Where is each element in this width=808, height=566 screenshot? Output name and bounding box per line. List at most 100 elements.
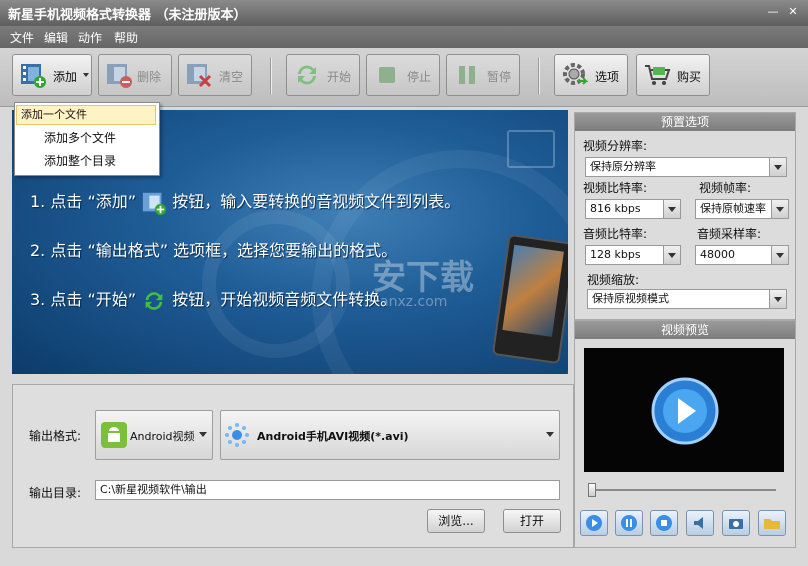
- scale-label: 视频缩放:: [587, 273, 640, 287]
- buy-label: 购买: [677, 70, 702, 84]
- toolbar-separator: [538, 58, 540, 94]
- menu-edit[interactable]: 编辑: [44, 29, 68, 46]
- sample-rate-label: 音频采样率:: [697, 227, 762, 241]
- options-label: 选项: [595, 70, 620, 84]
- pause-icon: [459, 66, 475, 84]
- film-add-icon: [142, 192, 167, 215]
- add-one-file-item[interactable]: 添加一个文件: [16, 105, 156, 125]
- delete-button[interactable]: 删除: [98, 54, 172, 96]
- title-bar: 新星手机视频格式转换器 （未注册版本） — ✕: [0, 0, 808, 26]
- pause-preview-button[interactable]: [615, 510, 643, 536]
- film-icon: [507, 130, 555, 168]
- preset-title: 预置选项: [575, 113, 795, 131]
- format-select[interactable]: Android手机AVI视频(*.avi): [220, 410, 560, 460]
- instruction-line-3: 3. 点击 “开始” 按钮，开始视频音频文件转换。: [30, 286, 396, 314]
- menu-help[interactable]: 帮助: [114, 29, 138, 46]
- instruction-1-a: 1. 点击 “添加”: [30, 192, 137, 211]
- gear-icon: [563, 63, 589, 85]
- chevron-down-icon: [769, 290, 786, 308]
- seek-handle[interactable]: [588, 483, 596, 497]
- buy-button[interactable]: 购买: [636, 54, 710, 96]
- add-directory-item[interactable]: 添加整个目录: [16, 151, 156, 171]
- play-button[interactable]: [580, 510, 608, 536]
- frame-rate-label: 视频帧率:: [699, 181, 752, 195]
- snapshot-button[interactable]: [722, 510, 750, 536]
- film-clear-icon: [187, 64, 212, 88]
- video-bitrate-select[interactable]: 816 kbps: [585, 199, 681, 219]
- film-remove-icon: [107, 64, 132, 88]
- audio-bitrate-select[interactable]: 128 kbps: [585, 245, 681, 265]
- play-icon: [586, 515, 602, 531]
- start-button[interactable]: 开始: [286, 54, 360, 96]
- category-select[interactable]: Android视频: [95, 410, 213, 460]
- scale-value: 保持原视频模式: [592, 292, 669, 305]
- chevron-down-icon: [83, 73, 89, 77]
- camera-icon: [729, 519, 743, 529]
- sample-rate-value: 48000: [700, 248, 735, 261]
- preview-title: 视频预览: [575, 321, 795, 339]
- output-dir-input[interactable]: C:\新星视频软件\输出: [95, 480, 560, 500]
- chevron-down-icon: [663, 246, 680, 264]
- instruction-3-b: 按钮，开始视频音频文件转换。: [172, 290, 397, 309]
- add-dropdown-menu: 添加一个文件 添加多个文件 添加整个目录: [14, 102, 160, 176]
- folder-icon: [764, 519, 780, 529]
- video-bitrate-label: 视频比特率:: [583, 181, 648, 195]
- resolution-select[interactable]: 保持原分辨率: [585, 157, 787, 177]
- video-bitrate-value: 816 kbps: [590, 202, 641, 215]
- open-folder-button[interactable]: [758, 510, 786, 536]
- chevron-down-icon: [769, 158, 786, 176]
- frame-rate-select[interactable]: 保持原帧速率: [695, 199, 789, 219]
- add-button[interactable]: 添加: [12, 54, 92, 96]
- menu-file[interactable]: 文件: [10, 29, 34, 46]
- seek-track[interactable]: [590, 489, 776, 491]
- stop-preview-button[interactable]: [650, 510, 678, 536]
- resolution-label: 视频分辨率:: [583, 139, 648, 153]
- chevron-down-icon: [771, 200, 788, 218]
- instruction-1-b: 按钮，输入要转换的音视频文件到列表。: [172, 192, 461, 211]
- minimize-button[interactable]: —: [766, 6, 780, 18]
- format-icon: [225, 423, 249, 447]
- watermark: 安下载: [372, 258, 474, 298]
- output-panel: 输出格式: Android视频 Android手机AVI视频(*.avi) 输出…: [12, 384, 574, 548]
- pause-icon: [621, 515, 637, 531]
- audio-bitrate-label: 音频比特率:: [583, 227, 648, 241]
- audio-bitrate-value: 128 kbps: [590, 248, 641, 261]
- speaker-icon: [694, 517, 703, 529]
- watermark-sub: anxz.com: [380, 294, 448, 310]
- chevron-down-icon: [663, 200, 680, 218]
- refresh-icon: [145, 291, 163, 310]
- clear-button[interactable]: 清空: [178, 54, 252, 96]
- sample-rate-select[interactable]: 48000: [695, 245, 789, 265]
- stop-label: 停止: [407, 70, 432, 84]
- video-preview-screen: [584, 348, 784, 472]
- options-button[interactable]: 选项: [554, 54, 628, 96]
- big-play-icon[interactable]: [650, 376, 720, 446]
- stop-icon: [656, 515, 672, 531]
- add-multiple-files-item[interactable]: 添加多个文件: [16, 128, 156, 148]
- frame-rate-value: 保持原帧速率: [700, 202, 766, 215]
- volume-button[interactable]: [686, 510, 714, 536]
- decorative-ring: [202, 210, 350, 358]
- instruction-line-1: 1. 点击 “添加” 按钮，输入要转换的音视频文件到列表。: [30, 188, 460, 216]
- stop-button[interactable]: 停止: [366, 54, 440, 96]
- stop-icon: [379, 67, 395, 83]
- resolution-value: 保持原分辨率: [590, 160, 656, 173]
- pause-button[interactable]: 暂停: [446, 54, 520, 96]
- instruction-3-a: 3. 点击 “开始”: [30, 290, 137, 309]
- menu-action[interactable]: 动作: [78, 29, 102, 46]
- output-dir-label: 输出目录:: [29, 486, 82, 500]
- start-label: 开始: [327, 70, 352, 84]
- preset-options-panel: 预置选项 视频分辨率: 保持原分辨率 视频比特率: 视频帧率: 816 kbps…: [574, 112, 796, 320]
- toolbar-separator: [270, 58, 272, 94]
- category-value: Android视频: [130, 430, 195, 443]
- browse-button[interactable]: 浏览...: [427, 509, 485, 533]
- close-button[interactable]: ✕: [786, 6, 800, 18]
- open-button[interactable]: 打开: [503, 509, 561, 533]
- delete-label: 删除: [137, 70, 162, 84]
- chevron-down-icon: [546, 432, 554, 437]
- format-value: Android手机AVI视频(*.avi): [257, 430, 409, 443]
- output-format-label: 输出格式:: [29, 429, 82, 443]
- clear-label: 清空: [219, 70, 244, 84]
- scale-select[interactable]: 保持原视频模式: [587, 289, 787, 309]
- toolbar: 添加 删除 清空 开始 停止 暂停 选项 购买: [0, 48, 808, 107]
